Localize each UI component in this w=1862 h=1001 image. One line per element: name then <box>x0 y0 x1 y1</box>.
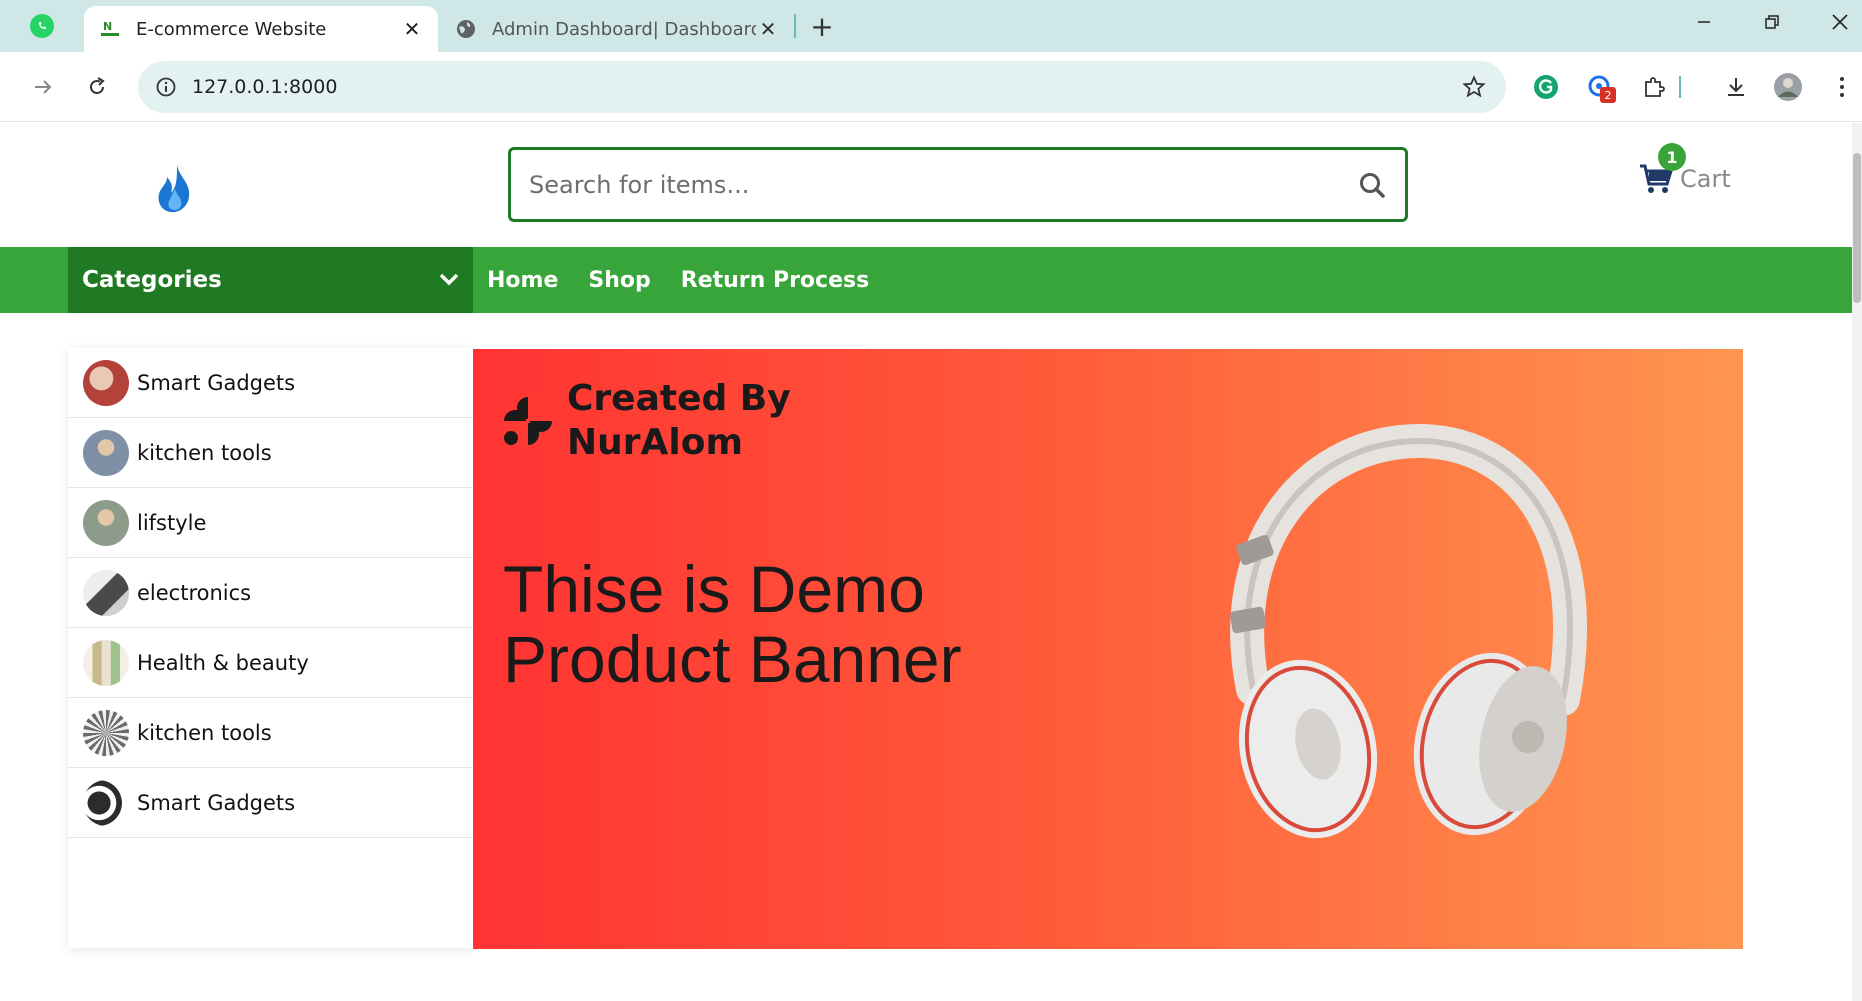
category-item[interactable]: electronics <box>68 558 473 628</box>
browser-toolbar: 127.0.0.1:8000 2 <box>0 52 1862 122</box>
category-label: Health & beauty <box>137 650 309 675</box>
minimize-button[interactable] <box>1682 6 1726 38</box>
globe-icon <box>454 17 478 41</box>
category-thumbnail <box>83 779 129 826</box>
forward-button[interactable] <box>24 68 62 106</box>
url-text: 127.0.0.1:8000 <box>192 76 338 98</box>
site-header: 1 Cart <box>0 123 1852 247</box>
category-label: kitchen tools <box>137 720 272 745</box>
category-thumbnail <box>83 569 129 616</box>
extension-icon[interactable]: 2 <box>1582 69 1618 105</box>
category-item[interactable]: kitchen tools <box>68 418 473 488</box>
menu-kebab-icon[interactable] <box>1824 69 1860 105</box>
search-box <box>508 147 1408 222</box>
category-item[interactable]: Smart Gadgets <box>68 768 473 838</box>
page-scrollbar[interactable] <box>1852 123 1862 1001</box>
brand-line-1: Created By <box>567 378 791 419</box>
category-label: Smart Gadgets <box>137 790 296 815</box>
category-sidebar: Smart Gadgets kitchen tools lifstyle ele… <box>68 348 473 948</box>
address-bar[interactable]: 127.0.0.1:8000 <box>138 61 1506 113</box>
profile-avatar[interactable] <box>1770 69 1806 105</box>
category-thumbnail <box>83 429 129 476</box>
category-item[interactable]: lifstyle <box>68 488 473 558</box>
category-label: lifstyle <box>137 510 207 535</box>
main-menu-bar: Categories Home Shop Return Process <box>0 247 1852 313</box>
category-item[interactable]: Health & beauty <box>68 628 473 698</box>
nav-shop-link[interactable]: Shop <box>588 268 650 293</box>
category-thumbnail <box>83 499 129 546</box>
pinned-tab-whatsapp[interactable] <box>0 0 84 52</box>
tab-admin-dashboard[interactable]: Admin Dashboard| Dashboard 2 ✕ <box>440 6 794 52</box>
brand-logo-icon <box>503 396 553 446</box>
brand-text: Created By NurAlom <box>567 377 791 465</box>
search-input[interactable] <box>511 150 1347 219</box>
banner-headline: Thise is Demo Product Banner <box>503 554 962 694</box>
banner-brand: Created By NurAlom <box>503 377 791 465</box>
grammarly-extension-icon[interactable] <box>1528 69 1564 105</box>
categories-dropdown-button[interactable]: Categories <box>68 247 473 313</box>
site-favicon-icon: N <box>98 17 122 41</box>
toolbar-divider <box>1678 69 1682 105</box>
cart-label: Cart <box>1680 165 1731 193</box>
whatsapp-icon <box>30 14 54 38</box>
close-tab-icon[interactable]: ✕ <box>400 17 424 41</box>
brand-line-2: NurAlom <box>567 422 743 463</box>
cart-count-badge: 1 <box>1658 143 1686 171</box>
new-tab-button[interactable]: + <box>806 10 838 43</box>
svg-text:N: N <box>103 20 112 33</box>
headline-line-2: Product Banner <box>503 622 962 696</box>
puzzle-extensions-icon[interactable] <box>1636 69 1672 105</box>
nav-return-process-link[interactable]: Return Process <box>681 268 869 293</box>
tab-divider <box>794 14 796 38</box>
categories-label: Categories <box>82 267 222 293</box>
cart-link[interactable]: 1 Cart <box>1636 143 1756 209</box>
cart-icon: 1 <box>1636 143 1686 199</box>
category-thumbnail <box>83 639 129 686</box>
bookmark-star-icon[interactable] <box>1454 67 1494 107</box>
hero-banner[interactable]: Created By NurAlom Thise is Demo Product… <box>473 349 1743 949</box>
nav-home-link[interactable]: Home <box>487 268 558 293</box>
primary-nav: Home Shop Return Process <box>487 247 899 313</box>
category-label: electronics <box>137 580 252 605</box>
headline-line-1: Thise is Demo <box>503 552 925 626</box>
site-logo-flame-icon[interactable] <box>155 163 195 215</box>
close-tab-icon[interactable]: ✕ <box>756 17 780 41</box>
headphones-product-image <box>1229 423 1587 839</box>
category-thumbnail <box>83 359 129 406</box>
restore-button[interactable] <box>1750 6 1794 38</box>
tab-title: E-commerce Website <box>136 18 327 40</box>
category-label: kitchen tools <box>137 440 272 465</box>
search-icon[interactable] <box>1347 160 1397 210</box>
category-item[interactable]: kitchen tools <box>68 698 473 768</box>
scrollbar-thumb[interactable] <box>1853 153 1861 303</box>
tab-ecommerce[interactable]: N E-commerce Website ✕ <box>84 6 438 52</box>
category-thumbnail <box>83 709 129 756</box>
reload-button[interactable] <box>78 68 116 106</box>
category-item[interactable]: Smart Gadgets <box>68 348 473 418</box>
category-label: Smart Gadgets <box>137 370 296 395</box>
chevron-down-icon <box>439 273 459 286</box>
extension-badge: 2 <box>1600 87 1616 103</box>
site-info-icon[interactable] <box>146 67 186 107</box>
tab-title: Admin Dashboard| Dashboard 2 <box>492 18 756 40</box>
browser-tab-strip: N E-commerce Website ✕ Admin Dashboard| … <box>0 0 1862 52</box>
close-window-button[interactable] <box>1818 6 1862 38</box>
download-icon[interactable] <box>1718 69 1754 105</box>
